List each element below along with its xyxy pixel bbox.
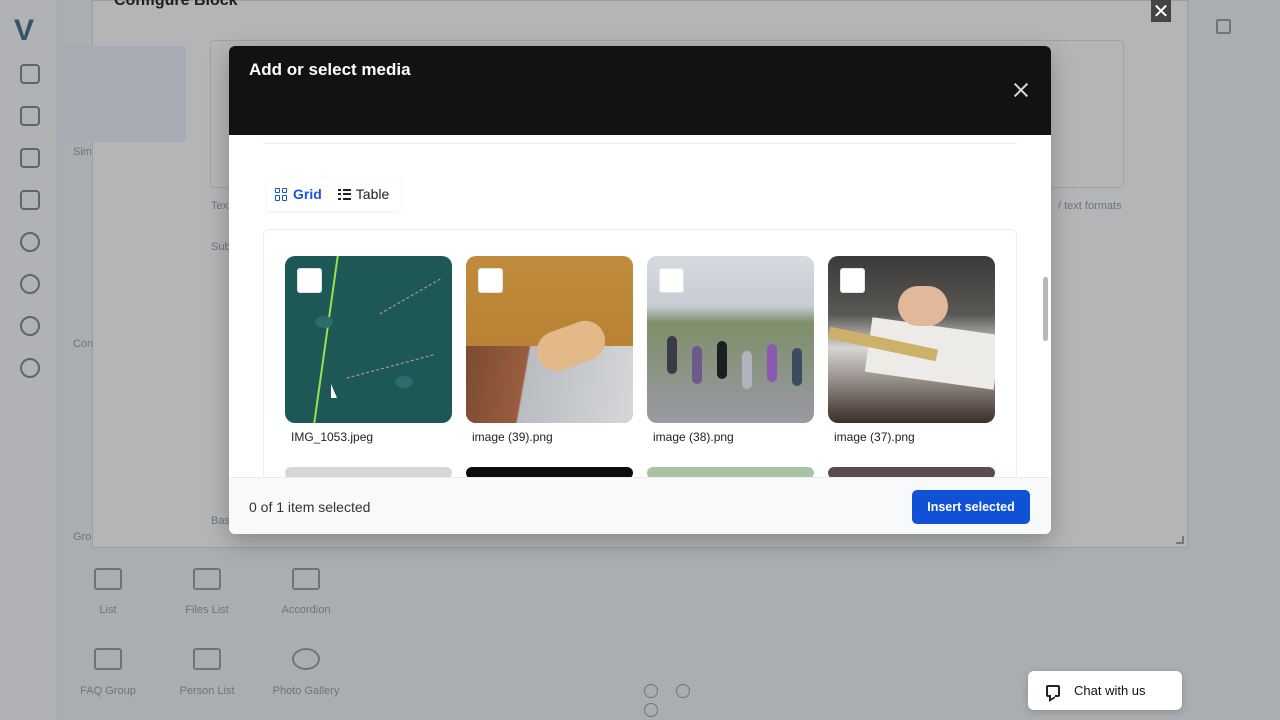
media-item[interactable] (466, 467, 633, 477)
list-icon (337, 188, 351, 200)
media-item[interactable]: image (39).png (466, 256, 633, 444)
close-icon[interactable] (1009, 78, 1033, 102)
media-item[interactable] (828, 467, 995, 477)
media-thumbnail[interactable] (466, 467, 633, 477)
media-thumbnail[interactable] (285, 467, 452, 477)
modal-title: Add or select media (249, 60, 411, 79)
chat-label: Chat with us (1074, 683, 1146, 698)
media-item[interactable]: IMG_1053.jpeg (285, 256, 452, 444)
grid-view-button[interactable]: Grid (267, 179, 330, 209)
media-thumbnail[interactable] (285, 256, 452, 423)
grid-icon (275, 187, 288, 201)
table-view-label: Table (355, 186, 390, 202)
media-checkbox[interactable] (297, 268, 322, 293)
media-thumbnail[interactable] (466, 256, 633, 423)
media-filename: image (37).png (834, 430, 915, 444)
modal-scrollbar[interactable] (1043, 277, 1048, 341)
media-thumbnail[interactable] (828, 467, 995, 477)
media-filename: IMG_1053.jpeg (291, 430, 374, 444)
resize-handle[interactable] (1176, 536, 1184, 544)
table-view-button[interactable]: Table (330, 179, 397, 209)
media-modal: Add or select media Grid Table IMG_1053.… (229, 46, 1051, 534)
media-item[interactable]: image (38).png (647, 256, 814, 444)
media-grid: IMG_1053.jpeg image (39).png image (38).… (263, 229, 1017, 477)
divider (263, 143, 1017, 144)
media-item[interactable]: image (37).png (828, 256, 995, 444)
media-thumbnail[interactable] (647, 256, 814, 423)
chat-widget-button[interactable]: Chat with us (1028, 671, 1182, 710)
media-item[interactable] (647, 467, 814, 477)
media-checkbox[interactable] (659, 268, 684, 293)
selection-count: 0 of 1 item selected (249, 499, 371, 515)
view-toggle: Grid Table (267, 177, 401, 211)
modal-body: Grid Table IMG_1053.jpeg image (39).png … (229, 135, 1051, 477)
chat-icon (1046, 684, 1060, 697)
modal-footer: 0 of 1 item selected Insert selected (229, 477, 1051, 534)
media-checkbox[interactable] (840, 268, 865, 293)
mouse-cursor (331, 384, 337, 398)
media-checkbox[interactable] (478, 268, 503, 293)
media-thumbnail[interactable] (828, 256, 995, 423)
modal-header: Add or select media (229, 46, 1051, 135)
media-filename: image (39).png (472, 430, 553, 444)
close-panel-icon[interactable]: ✕ (1151, 0, 1171, 22)
media-item[interactable] (285, 467, 452, 477)
insert-selected-button[interactable]: Insert selected (912, 490, 1030, 524)
media-thumbnail[interactable] (647, 467, 814, 477)
media-filename: image (38).png (653, 430, 734, 444)
grid-view-label: Grid (293, 186, 322, 202)
